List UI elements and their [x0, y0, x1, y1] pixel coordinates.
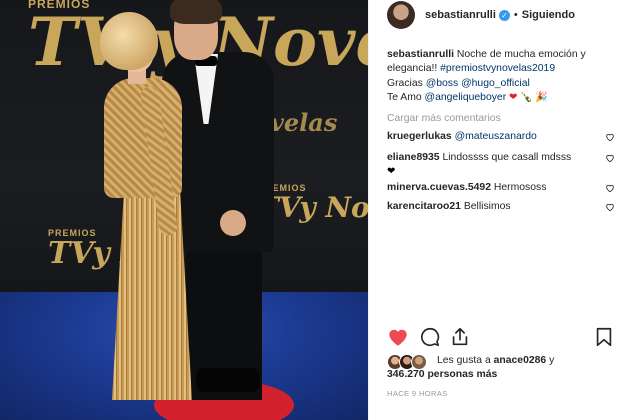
- following-button[interactable]: Siguiendo: [522, 9, 575, 21]
- bookmark-icon[interactable]: [593, 326, 617, 350]
- comment-text: Hermososs: [493, 182, 547, 193]
- header-separator: •: [513, 9, 518, 21]
- caption-mention-hugo[interactable]: @hugo_official: [461, 78, 530, 89]
- caption-emojis: ❤ 🍾 🎉: [509, 91, 548, 103]
- comment-icon[interactable]: [419, 326, 443, 350]
- comment-mention[interactable]: @mateuszanardo: [455, 131, 537, 142]
- comment-like-icon[interactable]: [605, 132, 615, 142]
- woman-hair: [100, 12, 158, 70]
- caption-text-3: Te Amo: [387, 91, 422, 103]
- comment-text: Lindossss que casall mdsss: [442, 152, 572, 163]
- likes-count[interactable]: 346.270 personas más: [387, 369, 497, 380]
- likes-first-user[interactable]: anace0286: [494, 355, 547, 366]
- comment-item: eliane8935 Lindossss que casall mdsss ❤: [387, 151, 619, 180]
- comment-text: Bellisimos: [463, 201, 511, 212]
- author-avatar[interactable]: [387, 1, 415, 29]
- man-shoes: [196, 368, 260, 392]
- post-actions: [369, 326, 620, 352]
- share-icon[interactable]: [449, 326, 473, 350]
- verified-badge-icon: ✓: [498, 9, 510, 21]
- likes-summary: Les gusta a anace0286 y 346.270 personas…: [387, 354, 617, 386]
- heart-icon[interactable]: [387, 326, 411, 350]
- author-username[interactable]: sebastianrulli: [425, 9, 496, 21]
- post-photo[interactable]: PREMIOS TV y Novelas Novelas 2019 PREMIO…: [0, 0, 368, 420]
- comment-username[interactable]: kruegerlukas: [387, 131, 452, 142]
- caption-text-2: Gracias: [387, 77, 423, 89]
- caption-mention-angelique[interactable]: @angeliqueboyer: [425, 92, 507, 103]
- post-header: sebastianrulli ✓ • Siguiendo: [369, 0, 620, 30]
- avatar: [411, 354, 427, 370]
- comment-item: karencitaroo21 Bellisimos: [387, 200, 619, 214]
- comment-username[interactable]: minerva.cuevas.5492: [387, 182, 491, 193]
- post-caption: sebastianrulli Noche de mucha emoción y …: [387, 48, 613, 105]
- comment-like-icon[interactable]: [605, 202, 615, 212]
- comment-username[interactable]: eliane8935: [387, 152, 440, 163]
- black-heart-emoji: ❤: [387, 166, 396, 178]
- load-more-comments-link[interactable]: Cargar más comentarios: [387, 113, 501, 124]
- woman-fringe-skirt: [112, 190, 192, 400]
- comment-item: kruegerlukas @mateuszanardo: [387, 130, 619, 144]
- comment-username[interactable]: karencitaroo21: [387, 201, 461, 212]
- post-side-panel: sebastianrulli ✓ • Siguiendo sebastianru…: [368, 0, 620, 420]
- comment-like-icon[interactable]: [605, 153, 615, 163]
- comment-item: minerva.cuevas.5492 Hermososs: [387, 181, 619, 195]
- man-hair: [170, 0, 222, 24]
- caption-hashtag[interactable]: #premiostvynovelas2019: [440, 63, 555, 74]
- man-hand: [220, 210, 246, 236]
- backdrop-logo-right: PREMIOS TVy Novelas: [258, 183, 368, 224]
- post-timestamp[interactable]: HACE 9 HORAS: [387, 389, 448, 398]
- liker-avatars: [387, 354, 431, 370]
- comment-like-icon[interactable]: [605, 183, 615, 193]
- caption-username[interactable]: sebastianrulli: [387, 49, 454, 60]
- caption-mention-boss[interactable]: @boss: [426, 78, 459, 89]
